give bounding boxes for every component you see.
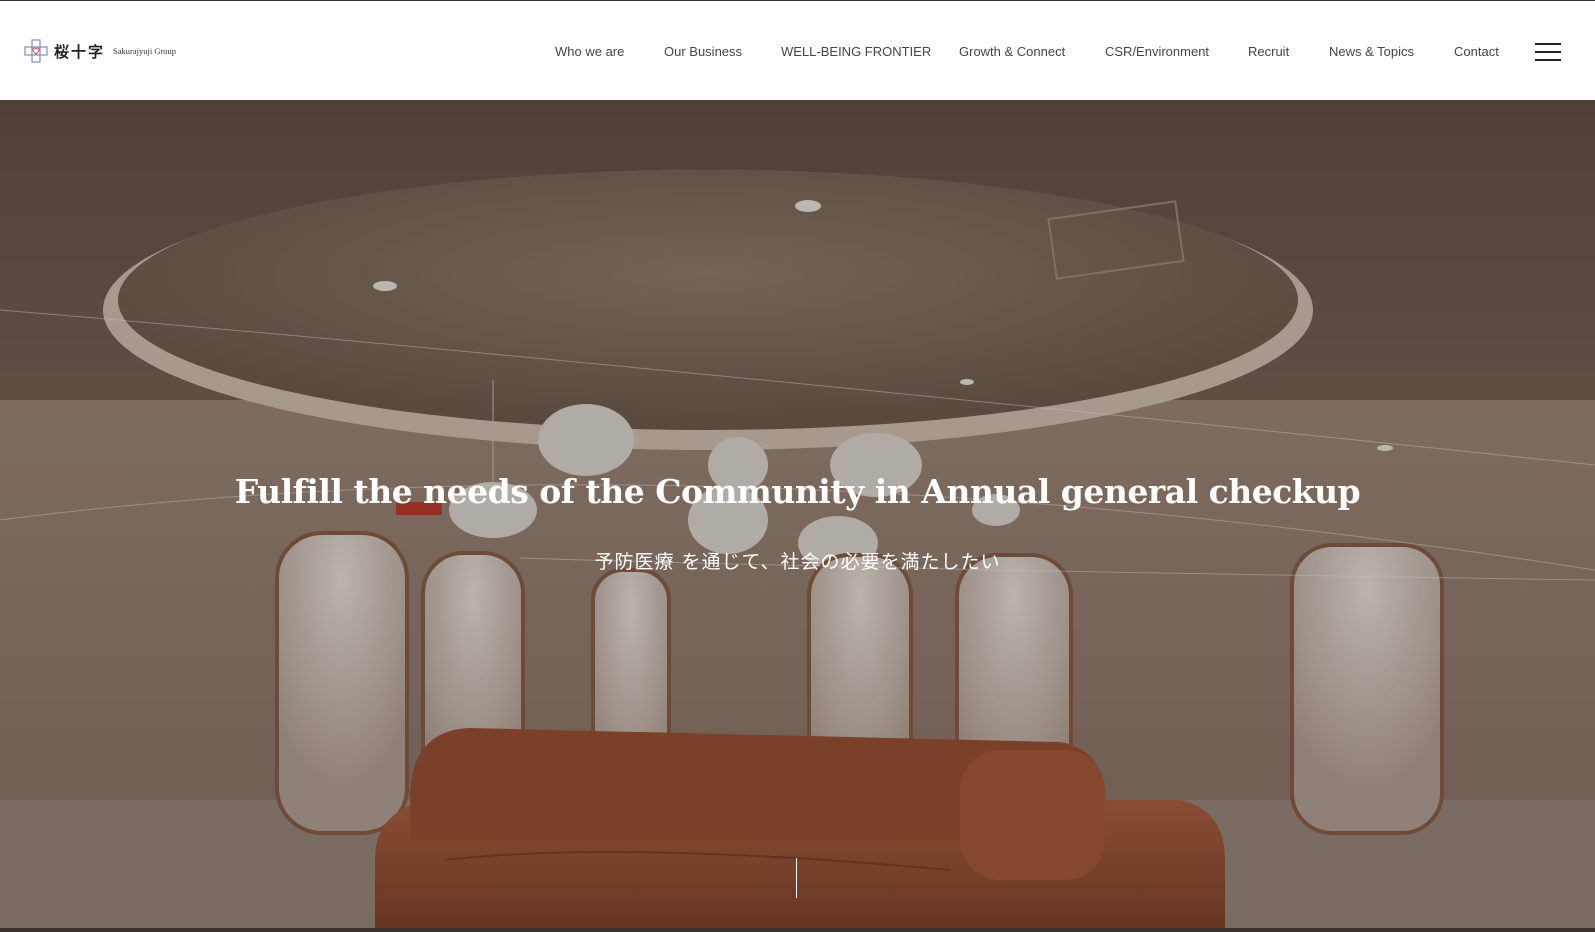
hero-subline: 予防医療 を通じて、社会の必要を満たしたい [594, 551, 1001, 573]
hero-section: Fulfill the needs of the Community in An… [0, 100, 1595, 932]
nav-recruit[interactable]: Recruit [1248, 44, 1289, 59]
hero-overlay [0, 100, 1595, 932]
nav-our-business[interactable]: Our Business [664, 44, 742, 59]
global-nav: Who we are Our Business WELL-BEING FRONT… [0, 1, 1595, 100]
hamburger-menu-icon[interactable] [1535, 43, 1561, 61]
nav-news-topics[interactable]: News & Topics [1329, 44, 1414, 59]
nav-contact[interactable]: Contact [1454, 44, 1499, 59]
nav-well-being-frontier[interactable]: WELL-BEING FRONTIER [781, 44, 931, 59]
page-bottom-edge [0, 928, 1595, 932]
hero-headline: Fulfill the needs of the Community in An… [234, 472, 1361, 512]
nav-who-we-are[interactable]: Who we are [555, 44, 624, 59]
scroll-indicator-line[interactable] [796, 858, 797, 898]
site-header: 桜十字 Sakurajyuji Group Who we are Our Bus… [0, 1, 1595, 100]
nav-csr-environment[interactable]: CSR/Environment [1105, 44, 1209, 59]
nav-growth-connect[interactable]: Growth & Connect [959, 44, 1065, 59]
